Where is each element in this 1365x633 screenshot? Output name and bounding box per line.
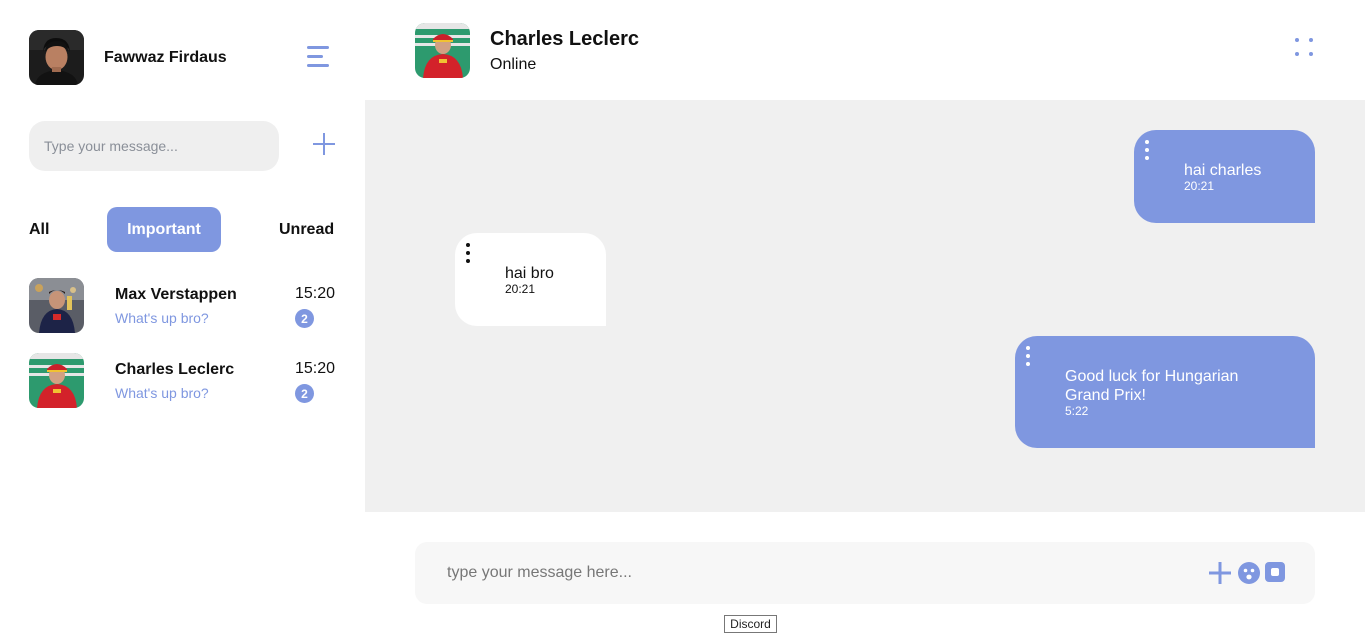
discord-tooltip: Discord <box>724 615 777 633</box>
contact-time: 15:20 <box>295 360 336 377</box>
message-bubble-outgoing: Good luck for Hungarian Grand Prix! 5:22 <box>1015 336 1315 448</box>
plus-icon[interactable] <box>313 133 335 155</box>
user-avatar[interactable] <box>29 30 84 85</box>
emoji-icon[interactable] <box>1238 562 1260 589</box>
unread-badge: 2 <box>295 384 314 403</box>
contact-name: Max Verstappen <box>115 286 237 303</box>
sidebar: Fawwaz Firdaus All Important Unread <box>0 0 365 633</box>
message-options-icon[interactable] <box>1144 140 1150 162</box>
message-time: 20:21 <box>505 282 536 296</box>
message-text: Good luck for Hungarian Grand Prix! <box>1065 368 1239 404</box>
contact-avatar <box>29 278 84 333</box>
chat-contact-status: Online <box>490 56 537 73</box>
message-time: 5:22 <box>1065 404 1089 418</box>
message-options-icon[interactable] <box>465 243 471 265</box>
message-bubble-outgoing: hai charles 20:21 <box>1134 130 1315 223</box>
camera-icon[interactable] <box>1265 562 1285 587</box>
dots-grid-icon[interactable] <box>1295 38 1315 58</box>
message-options-icon[interactable] <box>1025 346 1031 368</box>
contact-name: Charles Leclerc <box>115 361 235 378</box>
contact-avatar <box>29 353 84 408</box>
message-list: hai charles 20:21 hai bro 20:21 Good luc… <box>365 100 1365 512</box>
contact-item-max-verstappen[interactable]: Max Verstappen What's up bro? 15:20 2 <box>29 278 339 334</box>
chat-contact-avatar[interactable] <box>415 23 470 78</box>
contact-item-charles-leclerc[interactable]: Charles Leclerc What's up bro? 15:20 2 <box>29 353 339 409</box>
message-input[interactable] <box>431 552 1191 594</box>
unread-badge: 2 <box>295 309 314 328</box>
message-bubble-incoming: hai bro 20:21 <box>455 233 606 326</box>
contact-preview: What's up bro? <box>115 310 209 326</box>
attach-plus-icon[interactable] <box>1209 562 1231 589</box>
message-text: hai bro <box>505 265 554 282</box>
chat-contact-name: Charles Leclerc <box>490 28 639 50</box>
user-name: Fawwaz Firdaus <box>104 49 227 66</box>
message-composer <box>415 542 1315 604</box>
tab-all[interactable]: All <box>29 221 49 239</box>
chat-header: Charles Leclerc Online <box>365 0 1365 100</box>
message-text: hai charles <box>1184 162 1262 179</box>
tab-unread[interactable]: Unread <box>279 221 334 239</box>
message-time: 20:21 <box>1184 179 1215 193</box>
tab-important[interactable]: Important <box>107 207 221 252</box>
search-input[interactable] <box>29 121 279 171</box>
contact-preview: What's up bro? <box>115 385 209 401</box>
contact-time: 15:20 <box>295 285 336 302</box>
hamburger-menu-icon[interactable] <box>307 46 331 68</box>
